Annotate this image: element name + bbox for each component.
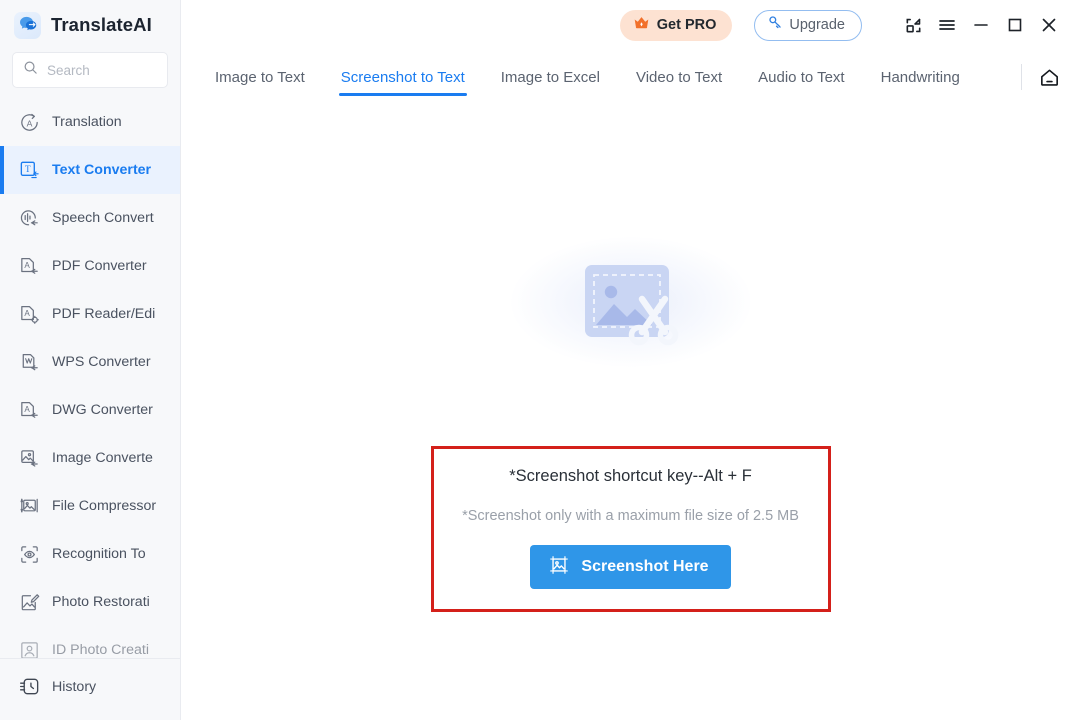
- sidebar-item-label: DWG Converter: [52, 402, 153, 418]
- tab-screenshot-to-text[interactable]: Screenshot to Text: [323, 50, 483, 104]
- search-input[interactable]: [47, 62, 157, 78]
- tabbar-right: [1019, 50, 1080, 104]
- sidebar-item-label: PDF Reader/Edi: [52, 306, 156, 322]
- sidebar-item-pdf-reader-edit[interactable]: A PDF Reader/Edi: [0, 290, 180, 338]
- sidebar-item-dwg-converter[interactable]: A DWG Converter: [0, 386, 180, 434]
- app-window: TranslateAI A: [0, 0, 1080, 720]
- key-icon: [768, 15, 783, 35]
- tabbar: Image to Text Screenshot to Text Image t…: [181, 50, 1080, 104]
- screenshot-image-scissors-illustration-icon: [506, 232, 756, 372]
- sidebar-nav: A Translation T Text Converter Speech Co…: [0, 88, 180, 658]
- pdf-reader-edit-icon: A: [18, 303, 41, 326]
- image-converter-icon: [18, 447, 41, 470]
- id-photo-icon: [18, 639, 41, 658]
- svg-text:A: A: [24, 405, 30, 414]
- get-pro-label: Get PRO: [656, 17, 717, 33]
- home-icon[interactable]: [1034, 62, 1064, 92]
- sidebar-item-image-converter[interactable]: Image Converte: [0, 434, 180, 482]
- content-area: *Screenshot shortcut key--Alt + F *Scree…: [181, 104, 1080, 720]
- history-clock-icon: [18, 675, 41, 698]
- sidebar-item-label: History: [52, 678, 97, 695]
- sidebar-item-label: Speech Convert: [52, 210, 154, 226]
- tab-image-to-excel[interactable]: Image to Excel: [483, 50, 618, 104]
- app-title: TranslateAI: [51, 14, 152, 35]
- tab-image-to-text[interactable]: Image to Text: [197, 50, 323, 104]
- get-pro-button[interactable]: Get PRO: [619, 9, 733, 41]
- sidebar-item-translation[interactable]: A Translation: [0, 98, 180, 146]
- file-compressor-icon: [18, 495, 41, 518]
- tab-label: Audio to Text: [758, 68, 845, 86]
- tab-list: Image to Text Screenshot to Text Image t…: [197, 50, 1019, 104]
- text-converter-icon: T: [18, 159, 41, 182]
- tab-label: Image to Excel: [500, 68, 600, 86]
- speech-convert-icon: [18, 207, 41, 230]
- upgrade-label: Upgrade: [789, 17, 845, 33]
- hamburger-menu-icon[interactable]: [930, 8, 964, 42]
- sidebar-item-label: Image Converte: [52, 450, 153, 466]
- tab-audio-to-text[interactable]: Audio to Text: [740, 50, 862, 104]
- maximize-icon[interactable]: [998, 8, 1032, 42]
- tab-label: Image to Text: [215, 68, 305, 86]
- translate-bubble-logo-icon: [14, 11, 41, 39]
- svg-text:A: A: [24, 261, 30, 270]
- sidebar-item-label: Photo Restorati: [52, 594, 150, 610]
- sidebar-item-label: File Compressor: [52, 498, 157, 514]
- tabbar-divider: [1021, 64, 1022, 90]
- wps-converter-icon: [18, 351, 41, 374]
- minimize-icon[interactable]: [964, 8, 998, 42]
- sidebar-footer: History: [0, 658, 180, 720]
- screenshot-here-label: Screenshot Here: [581, 558, 709, 575]
- tab-video-to-text[interactable]: Video to Text: [618, 50, 740, 104]
- sidebar: TranslateAI A: [0, 0, 181, 720]
- close-icon[interactable]: [1032, 8, 1066, 42]
- screenshot-here-button[interactable]: Screenshot Here: [530, 545, 731, 589]
- sidebar-item-label: ID Photo Creati: [52, 642, 149, 658]
- sidebar-item-photo-restoration[interactable]: Photo Restorati: [0, 578, 180, 626]
- sidebar-item-text-converter[interactable]: T Text Converter: [0, 146, 180, 194]
- translate-circle-icon: A: [18, 111, 41, 134]
- titlebar: Get PRO Upgrade: [181, 0, 1080, 50]
- svg-text:T: T: [25, 163, 31, 173]
- sidebar-item-history[interactable]: History: [0, 663, 180, 710]
- sidebar-item-label: Text Converter: [52, 162, 152, 178]
- sidebar-item-pdf-converter[interactable]: A PDF Converter: [0, 242, 180, 290]
- svg-text:A: A: [24, 309, 30, 318]
- search-container: [0, 52, 180, 88]
- tab-label: Handwriting: [880, 68, 960, 86]
- svg-text:A: A: [27, 118, 33, 128]
- dwg-converter-icon: A: [18, 399, 41, 422]
- crown-icon: [633, 15, 650, 35]
- sidebar-item-speech-convert[interactable]: Speech Convert: [0, 194, 180, 242]
- sidebar-item-id-photo[interactable]: ID Photo Creati: [0, 626, 180, 658]
- screenshot-hint-box: *Screenshot shortcut key--Alt + F *Scree…: [430, 446, 831, 612]
- pdf-converter-icon: A: [18, 255, 41, 278]
- upgrade-button[interactable]: Upgrade: [754, 9, 862, 41]
- sidebar-item-file-compressor[interactable]: File Compressor: [0, 482, 180, 530]
- sidebar-item-label: PDF Converter: [52, 258, 147, 274]
- tab-label: Screenshot to Text: [340, 68, 465, 86]
- brand: TranslateAI: [0, 0, 180, 50]
- main-area: Get PRO Upgrade Image to Text Screenshot…: [181, 0, 1080, 720]
- photo-restoration-icon: [18, 591, 41, 614]
- sidebar-item-wps-converter[interactable]: WPS Converter: [0, 338, 180, 386]
- sidebar-item-label: Translation: [52, 114, 122, 130]
- search-box[interactable]: [12, 52, 168, 88]
- tab-handwriting[interactable]: Handwriting: [863, 50, 978, 104]
- collapse-to-tray-icon[interactable]: [896, 8, 930, 42]
- sidebar-item-recognition[interactable]: Recognition To: [0, 530, 180, 578]
- recognition-icon: [18, 543, 41, 566]
- picture-crop-icon: [548, 554, 570, 581]
- screenshot-filesize-text: *Screenshot only with a maximum file siz…: [462, 508, 799, 524]
- screenshot-shortcut-text: *Screenshot shortcut key--Alt + F: [509, 467, 752, 485]
- sidebar-item-label: WPS Converter: [52, 354, 151, 370]
- sidebar-item-label: Recognition To: [52, 546, 146, 562]
- search-icon: [23, 60, 38, 80]
- tab-label: Video to Text: [635, 68, 723, 86]
